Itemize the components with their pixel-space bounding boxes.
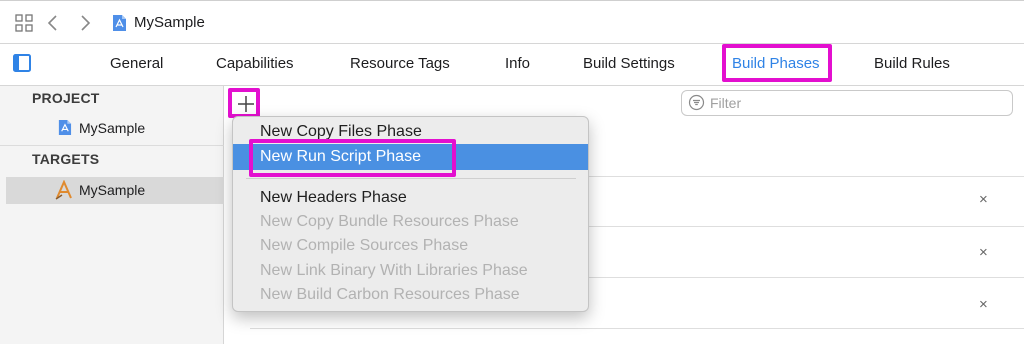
menu-item-new-headers-phase[interactable]: New Headers Phase — [260, 189, 407, 207]
remove-phase-icon[interactable]: × — [979, 296, 988, 313]
tab-capabilities[interactable]: Capabilities — [216, 55, 294, 72]
phase-divider — [250, 328, 1024, 329]
menu-item-new-compile-sources-phase: New Compile Sources Phase — [260, 237, 469, 254]
project-section-header: PROJECT — [32, 90, 100, 106]
tab-build-phases[interactable]: Build Phases — [732, 55, 820, 72]
run-script-highlight — [249, 139, 456, 177]
tab-info[interactable]: Info — [505, 55, 530, 72]
menu-separator — [246, 178, 576, 179]
app-target-icon — [55, 180, 72, 200]
grid-icon[interactable] — [15, 14, 33, 32]
forward-arrow-icon[interactable] — [78, 13, 92, 33]
sidebar-item-project[interactable]: MySample — [79, 120, 145, 136]
menu-item-new-copy-bundle-resources-phase: New Copy Bundle Resources Phase — [260, 213, 519, 230]
menu-item-new-build-carbon-resources-phase: New Build Carbon Resources Phase — [260, 286, 520, 303]
filter-placeholder: Filter — [710, 95, 742, 111]
menu-item-new-link-binary-phase: New Link Binary With Libraries Phase — [260, 262, 528, 279]
project-file-icon — [58, 120, 72, 135]
add-phase-button[interactable] — [232, 90, 260, 118]
remove-phase-icon[interactable]: × — [979, 244, 988, 261]
tab-general[interactable]: General — [110, 55, 163, 72]
sidebar-toggle-icon[interactable] — [12, 53, 32, 73]
tab-build-rules[interactable]: Build Rules — [874, 55, 950, 72]
project-name[interactable]: MySample — [134, 14, 205, 31]
targets-section-header: TARGETS — [32, 151, 100, 167]
tab-resource-tags[interactable]: Resource Tags — [350, 55, 450, 72]
sidebar-divider — [0, 145, 224, 146]
tab-build-settings[interactable]: Build Settings — [583, 55, 675, 72]
remove-phase-icon[interactable]: × — [979, 191, 988, 208]
sidebar-item-target[interactable]: MySample — [79, 182, 145, 198]
project-file-icon — [113, 15, 126, 31]
back-arrow-icon[interactable] — [46, 13, 60, 33]
filter-icon — [688, 94, 705, 111]
